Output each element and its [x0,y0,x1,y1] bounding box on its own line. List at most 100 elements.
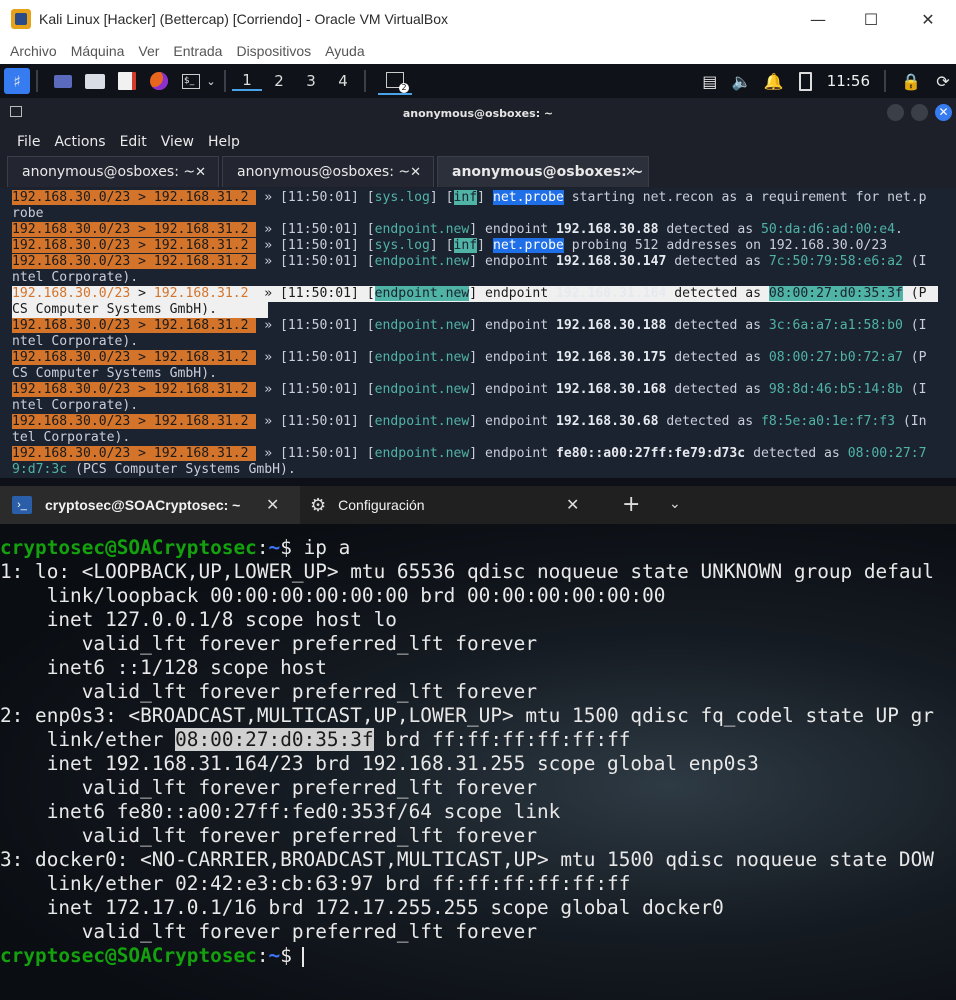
bracket: ] [469,350,486,365]
notification-bell-icon[interactable]: 🔔 [761,68,787,94]
endpoint-mac: 9:d7:3c [12,462,68,477]
menu-edit[interactable]: Edit [120,134,147,150]
selected-mac: 08:00:27:d0:35:3f [175,728,374,751]
log-line: 192.168.30.0/23 > 192.168.31.2 » [11:50:… [12,286,938,302]
qterminal-maximize-button[interactable] [911,104,928,121]
workspace-2[interactable]: 2 [264,72,294,90]
log-time: » [11:50:01] [256,222,367,237]
log-word: detected as [666,318,769,333]
menu-maquina[interactable]: Máquina [71,43,125,59]
qterminal-tab-3[interactable]: anonymous@osboxes: ~ ✕ [437,156,649,187]
text-cursor[interactable] [301,946,304,967]
output-line: valid_lft forever preferred_lft forever [0,824,538,847]
log-tail: (In [894,414,927,429]
prompt-net: 192.168.30.0/23 [12,254,131,269]
minimize-button[interactable]: — [795,0,841,38]
workspace-3[interactable]: 3 [296,72,326,90]
prompt-arrow: > [130,414,154,429]
prompt-arrow: > [130,318,154,333]
log-line: 192.168.30.0/23 > 192.168.31.2 » [11:50:… [12,414,927,430]
menu-entrada[interactable]: Entrada [173,43,222,59]
workspace-1[interactable]: 1 [232,71,262,91]
show-desktop-icon[interactable] [50,68,76,94]
windows-terminal-output[interactable]: cryptosec@SOACryptosec:~$ ip a 1: lo: <LO… [0,524,956,1000]
menu-actions[interactable]: Actions [54,134,105,150]
workspace-4[interactable]: 4 [328,72,358,90]
log-word: endpoint [485,446,556,461]
text-editor-icon[interactable] [114,68,140,94]
close-icon[interactable]: ✕ [566,495,579,515]
kali-menu-icon[interactable]: ♯ [4,68,30,94]
firefox-icon[interactable] [146,68,172,94]
virtualbox-app-icon [11,9,31,29]
prompt-arrow: > [130,446,154,461]
panel-clock[interactable]: 11:56 [827,72,870,90]
log-tail: (I [902,254,927,269]
log-word: detected as [745,446,848,461]
menu-view[interactable]: View [161,134,194,150]
prompt-arrow: > [130,254,154,269]
volume-icon[interactable]: 🔈 [729,68,755,94]
menu-ayuda[interactable]: Ayuda [325,43,364,59]
menu-ver[interactable]: Ver [138,43,159,59]
close-icon[interactable]: ✕ [266,495,279,515]
close-icon[interactable]: ✕ [410,165,421,180]
prompt-ip: 192.168.31.2 [153,190,257,205]
log-line: 192.168.30.0/23 > 192.168.31.2 » [11:50:… [12,382,927,398]
log-tag: endpoint.new [374,414,470,429]
output-line: valid_lft forever preferred_lft forever [0,680,538,703]
prompt-net: 192.168.30.0/23 [12,350,131,365]
qterminal-minimize-button[interactable] [887,104,904,121]
qterminal-tab-1[interactable]: anonymous@osboxes: ~ ✕ [7,156,219,187]
prompt-badge: 192.168.30.0/23 > 192.168.31.2 [12,190,257,205]
terminal-icon[interactable]: $_ [178,68,204,94]
file-manager-icon[interactable] [82,68,108,94]
prompt-net: 192.168.30.0/23 [12,222,131,237]
screen-icon[interactable]: ▤ [697,68,723,94]
log-tag: sys.log [374,238,430,253]
qterminal-close-button[interactable]: ✕ [935,104,952,121]
menu-help[interactable]: Help [208,134,240,150]
bettercap-output[interactable]: 192.168.30.0/23 > 192.168.31.2 » [11:50:… [0,188,956,478]
prompt-user-host: cryptosec@SOACryptosec [0,944,257,967]
log-word: endpoint [485,382,556,397]
taskbar-terminal-icon[interactable]: 2 [378,67,412,95]
prompt-net: 192.168.30.0/23 [12,446,131,461]
output-line: inet 172.17.0.1/16 brd 172.17.255.255 sc… [0,896,724,919]
output-line: valid_lft forever preferred_lft forever [0,776,538,799]
endpoint-mac: 08:00:27:d0:35:3f [768,286,903,301]
chevron-down-icon[interactable]: ⌄ [204,68,218,94]
maximize-button[interactable]: ☐ [848,0,894,38]
close-icon[interactable]: ✕ [195,165,206,180]
qterminal-tab-label: anonymous@osboxes: ~ [452,164,644,180]
menu-archivo[interactable]: Archivo [10,43,57,59]
log-tail: (P [902,350,927,365]
prompt-arrow: > [130,190,154,205]
menu-file[interactable]: File [17,134,40,150]
close-button[interactable]: ✕ [905,0,951,38]
chevron-down-icon[interactable]: ⌄ [669,496,681,512]
new-tab-plus-icon[interactable]: + [622,492,640,517]
prompt-badge: 192.168.30.0/23 > 192.168.31.2 [12,318,257,333]
lock-icon[interactable]: 🔒 [898,68,924,94]
log-module: net.probe [492,190,564,205]
wt-tab-bash[interactable]: ›_ cryptosec@SOACryptosec: ~ ✕ [0,486,300,524]
power-icon[interactable]: ⟳ [930,68,956,94]
log-word: endpoint [485,318,556,333]
output-text: link/ether [0,728,176,751]
close-icon[interactable]: ✕ [625,165,636,180]
log-time: » [11:50:01] [256,286,367,301]
log-word: detected as [658,414,761,429]
endpoint-mac: 3c:6a:a7:a1:58:b0 [768,318,903,333]
log-tag: endpoint.new [374,286,470,301]
shell-prompt-line: cryptosec@SOACryptosec:~$ ip a [0,536,350,560]
qterminal-tab-2[interactable]: anonymous@osboxes: ~ ✕ [222,156,434,187]
menu-dispositivos[interactable]: Dispositivos [236,43,311,59]
prompt-ip: 192.168.31.2 [153,414,257,429]
wt-tab-settings[interactable]: ⚙ Configuración ✕ [300,486,600,524]
prompt-badge: 192.168.30.0/23 > 192.168.31.2 [12,382,257,397]
battery-icon[interactable] [793,68,819,94]
bracket: [ [366,222,375,237]
output-line: inet6 ::1/128 scope host [0,656,327,679]
output-line: 3: docker0: <NO-CARRIER,BROADCAST,MULTIC… [0,848,934,871]
